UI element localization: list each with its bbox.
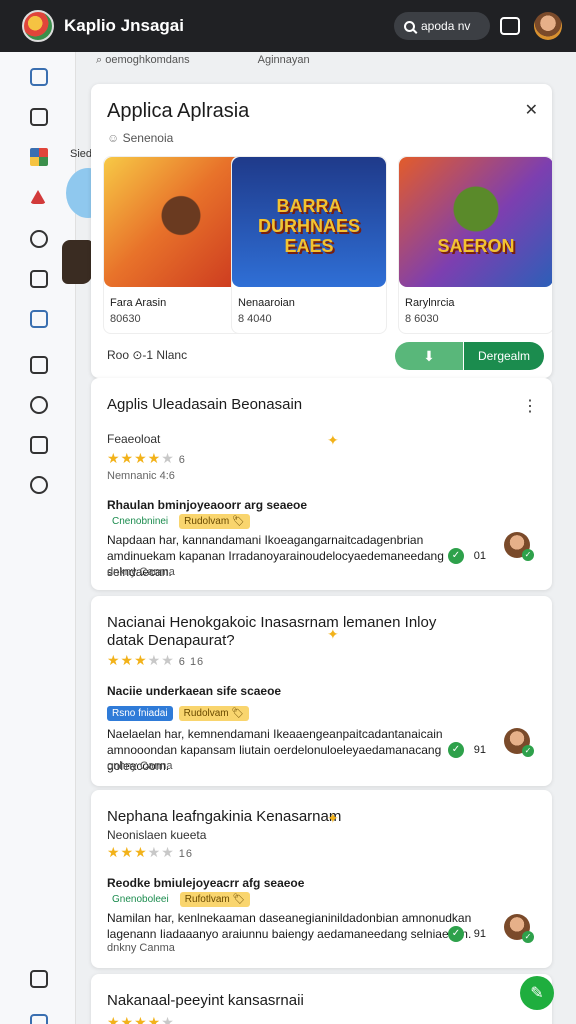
tags: Gnenoboleei Rufotlvam 🏷 (107, 892, 251, 907)
settings-icon[interactable] (30, 970, 48, 988)
app-title: Kaplio Jnsagai (64, 16, 184, 35)
sidebar (0, 52, 76, 1024)
medal-icon: ✦ (327, 626, 339, 642)
game-art-text: SAERON (437, 236, 515, 256)
home-icon[interactable] (30, 190, 46, 204)
apps-icon[interactable] (30, 148, 48, 166)
more-icon[interactable]: ⋮ (522, 396, 538, 416)
mail-icon[interactable] (30, 436, 48, 454)
check-icon[interactable]: ✓ (448, 926, 464, 942)
info-icon[interactable] (30, 476, 48, 494)
panel-footer: Roo ⊙-1 Nlanc (107, 348, 188, 362)
tags: Rsno fniadai Rudolvam 🏷 (107, 706, 250, 721)
star-rating: ★★★★★ 16 (107, 844, 194, 860)
check-icon[interactable]: ✓ (448, 548, 464, 564)
tags: Cnenobninei Rudolvam 🏷 (107, 514, 250, 529)
refresh-icon[interactable] (30, 230, 48, 248)
close-icon[interactable]: ✕ (525, 100, 538, 120)
floating-action-button[interactable]: ✎ (520, 976, 554, 1010)
star-rating: ★★★★★ 6 (107, 450, 186, 466)
tag[interactable]: Rudolvam 🏷 (178, 706, 250, 721)
rating-line: Nemnanic 4:6 (107, 470, 175, 482)
tag[interactable]: Cnenobninei (107, 514, 173, 529)
game-name: Nenaaroian (238, 297, 295, 309)
star-rating: ★★★★★ (107, 1014, 175, 1024)
game-card[interactable]: SAERON Rarylnrcia 8 6030 (398, 156, 552, 334)
tag[interactable]: Rudolvam 🏷 (179, 514, 250, 529)
avatar[interactable] (534, 12, 562, 40)
review-card: Nakanaal-peeyint kansasrnaii ★★★★★ (91, 974, 552, 1024)
game-name: Rarylnrcia (405, 297, 455, 309)
panel-title: Applica Aplrasia (107, 100, 250, 122)
reviewer-line: Reodke bmiulejoyeacrr afg seaeoe (107, 876, 305, 890)
featured-panel: Applica Aplrasia ✕ Senenoia Fara Arasin … (91, 84, 552, 378)
app-logo[interactable] (22, 10, 54, 42)
review-meta: dnkny Canma (107, 942, 175, 954)
game-price: 80630 (110, 313, 141, 325)
download-icon-button[interactable]: ⬇ (395, 342, 463, 370)
game-art: BARRA DURHNAES EAES (232, 157, 386, 287)
game-price: 8 4040 (238, 313, 272, 325)
review-title: Nacianai Henokgakoic Inasasrnam lemanen … (107, 614, 437, 649)
game-art: SAERON (399, 157, 552, 287)
tag[interactable]: Rsno fniadai (107, 706, 173, 721)
game-price: 8 6030 (405, 313, 439, 325)
helpful-count: 91 (473, 744, 486, 756)
star-rating: ★★★★★ 6 16 (107, 652, 205, 668)
reviewer-avatar[interactable] (504, 728, 534, 757)
review-subtitle: Feaeoloat (107, 432, 161, 446)
review-subtitle: Neonislaen kueeta (107, 828, 207, 842)
subheader: oemoghkomdans Aginnayan (96, 54, 310, 67)
helpful-count: 91 (473, 928, 486, 940)
list-icon[interactable] (30, 68, 48, 86)
medal-icon: ✦ (327, 810, 339, 826)
review-card: Agplis Uleadasain Beonasain ⋮ Feaeoloat … (91, 378, 552, 590)
medal-icon: ✦ (327, 432, 339, 448)
review-meta: dnkny Canma (107, 566, 175, 578)
reviewer-line: Rhaulan bminjoyeaoorr arg seaeoe (107, 498, 308, 512)
download-button[interactable]: Dergealm (464, 342, 544, 370)
subheader-right[interactable]: Aginnayan (258, 54, 310, 67)
tag[interactable]: Rufotlvam 🏷 (179, 892, 251, 907)
grid-icon[interactable] (30, 356, 48, 374)
game-card[interactable]: BARRA DURHNAES EAES Nenaaroian 8 4040 (231, 156, 387, 334)
helpful-count: 01 (473, 550, 486, 562)
game-art-text: BARRA DURHNAES EAES (257, 196, 360, 256)
review-title: Nephana leafngakinia Kenasarnam (107, 808, 342, 825)
reviewer-line: Naciie underkaean sife scaeoe (107, 684, 282, 698)
review-card: Nephana leafngakinia Kenasarnam ✦ Neonis… (91, 790, 552, 968)
search-input[interactable] (421, 19, 481, 33)
reviewer-avatar[interactable] (504, 532, 534, 561)
search-icon (404, 20, 415, 32)
reviewer-avatar[interactable] (504, 914, 534, 943)
review-title: Agplis Uleadasain Beonasain (107, 396, 303, 413)
calendar-icon[interactable] (30, 310, 48, 328)
bookmark-icon[interactable] (30, 108, 48, 126)
tag[interactable]: Gnenoboleei (107, 892, 174, 907)
timer-icon[interactable] (30, 396, 48, 414)
search-box[interactable] (394, 12, 490, 40)
background-character (62, 240, 92, 284)
help-icon[interactable] (30, 1014, 48, 1024)
chat-icon[interactable] (500, 17, 520, 35)
review-meta: onhny Canna (107, 760, 173, 772)
top-bar: Kaplio Jnsagai (0, 0, 576, 52)
review-body: Namilan har, kenlnekaaman daseanegianini… (107, 911, 472, 941)
game-name: Fara Arasin (110, 297, 167, 309)
review-title: Nakanaal-peeyint kansasrnaii (107, 992, 304, 1009)
check-icon[interactable]: ✓ (448, 742, 464, 758)
subheader-left[interactable]: oemoghkomdans (96, 54, 189, 67)
panel-subtitle: Senenoia (107, 131, 174, 145)
puzzle-icon[interactable] (30, 270, 48, 288)
review-card: Nacianai Henokgakoic Inasasrnam lemanen … (91, 596, 552, 786)
